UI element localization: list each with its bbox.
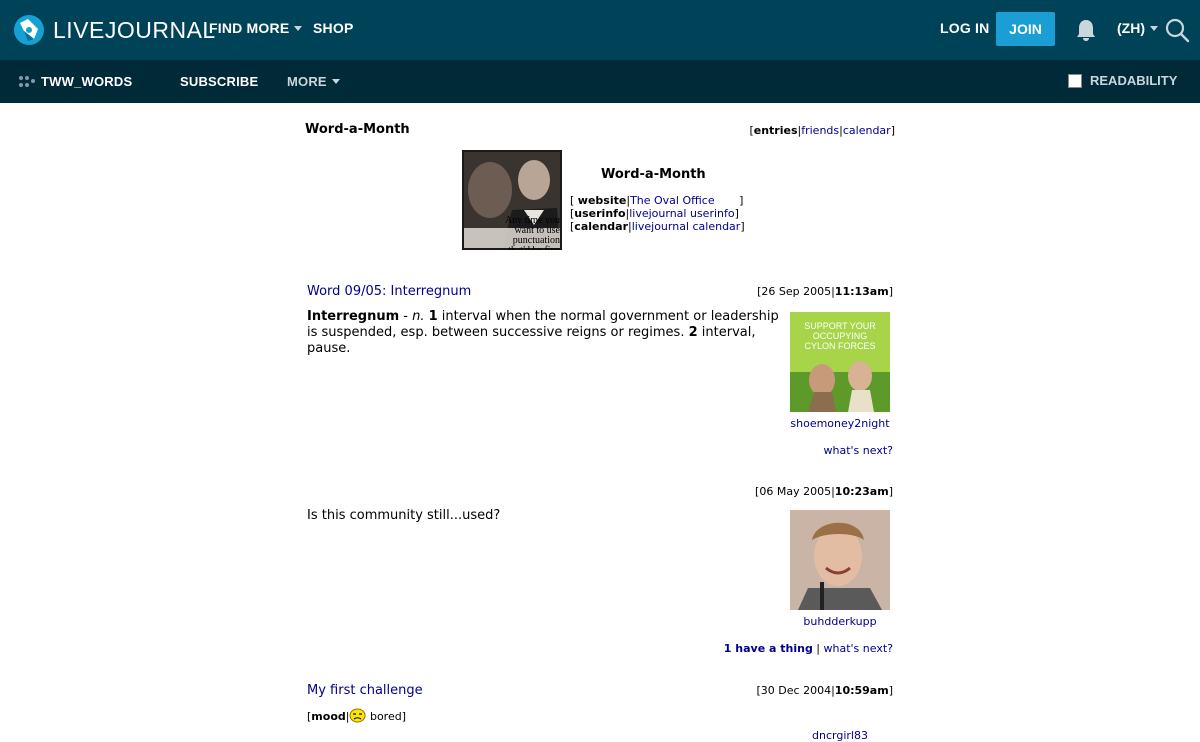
bored-face-icon — [349, 708, 366, 728]
livejournal-calendar-link[interactable]: livejournal calendar — [632, 220, 741, 233]
entry-userpic[interactable]: SUPPORT YOUR OCCUPYING CYLON FORCES — [790, 312, 890, 412]
readability-checkbox[interactable] — [1068, 73, 1082, 88]
chevron-down-icon — [331, 79, 340, 84]
find-more-menu[interactable]: FIND MORE — [209, 20, 303, 36]
calendar-link[interactable]: calendar — [843, 124, 891, 137]
language-label: (ZH) — [1117, 20, 1145, 36]
friends-link[interactable]: friends — [801, 124, 839, 137]
logo-text: LIVEJOURNAL — [53, 16, 216, 43]
entry-date: [26 Sep 2005|11:13am] — [757, 285, 893, 298]
time-text: 10:59am — [834, 684, 889, 697]
entry-poster-link[interactable]: shoemoney2night — [775, 417, 905, 430]
userpic-caption: SUPPORT YOUR OCCUPYING CYLON FORCES — [804, 321, 876, 351]
userpic-caption: Any time you want to use punctuation tha… — [505, 215, 560, 251]
bell-icon[interactable] — [1075, 18, 1097, 42]
chevron-down-icon — [294, 26, 303, 31]
search-icon[interactable] — [1164, 17, 1190, 43]
entry-footer-links: what's next? — [824, 444, 893, 457]
mood-label: mood — [311, 710, 346, 723]
term: Interregnum — [307, 309, 400, 324]
entry-subject-link[interactable]: My first challenge — [307, 683, 423, 698]
more-menu[interactable]: MORE — [287, 74, 340, 89]
entry-date: [30 Dec 2004|10:59am] — [756, 684, 894, 697]
livejournal-logo-icon — [14, 15, 44, 45]
entry-body: Interregnum - n. 1 interval when the nor… — [307, 309, 779, 356]
date-text: 26 Sep 2005 — [761, 285, 832, 298]
userinfo-link[interactable]: livejournal userinfo — [629, 207, 734, 220]
subscribe-button[interactable]: SUBSCRIBE — [180, 74, 258, 89]
journal-header-rows: [ website|The Oval Office ] [userinfo|li… — [570, 194, 745, 233]
language-selector[interactable]: (ZH) — [1117, 20, 1158, 36]
entry-subject-link[interactable]: Word 09/05: Interregnum — [307, 284, 471, 299]
whats-next-link[interactable]: what's next? — [824, 642, 893, 655]
journal-userpic: Any time you want to use punctuation tha… — [462, 150, 562, 250]
time-text: 10:23am — [834, 485, 889, 498]
join-button[interactable]: JOIN — [996, 12, 1055, 46]
entry-mood: [mood| bored] — [307, 708, 783, 728]
header-row-calendar: [calendar|livejournal calendar] — [570, 220, 745, 233]
entry-poster-link[interactable]: buhdderkupp — [775, 615, 905, 628]
shop-link[interactable]: SHOP — [313, 20, 353, 36]
date-text: 30 Dec 2004 — [760, 684, 832, 697]
entry-date: [06 May 2005|10:23am] — [755, 485, 893, 498]
journal-name-link[interactable]: TWW_WORDS — [41, 74, 132, 89]
find-more-label: FIND MORE — [209, 20, 290, 36]
entry-footer-links: 1 have a thing | what's next? — [723, 642, 893, 655]
sense-number: 2 — [688, 325, 698, 340]
header-row-userinfo: [userinfo|livejournal userinfo] — [570, 207, 739, 220]
comments-link[interactable]: 1 have a thing — [724, 642, 813, 655]
journal-view-links: [entries|friends|calendar] — [749, 124, 895, 137]
more-label: MORE — [287, 74, 327, 89]
entries-link[interactable]: entries — [754, 124, 798, 137]
website-link[interactable]: The Oval Office — [630, 194, 715, 207]
header-row-website: [ website|The Oval Office ] — [570, 194, 744, 207]
entry-userpic[interactable] — [790, 510, 890, 610]
row-label: userinfo — [574, 207, 626, 220]
chevron-down-icon — [1150, 26, 1158, 31]
entry-poster-link[interactable]: dncrgirl83 — [775, 729, 905, 742]
mood-value: bored — [369, 710, 402, 723]
date-text: 06 May 2005 — [759, 485, 832, 498]
row-label: calendar — [574, 220, 629, 233]
readability-toggle[interactable]: READABILITY — [1068, 73, 1177, 88]
livejournal-logo[interactable]: LIVEJOURNAL — [14, 14, 216, 46]
login-link[interactable]: LOG IN — [940, 20, 989, 36]
whats-next-link[interactable]: what's next? — [824, 444, 893, 457]
journal-title: Word-a-Month — [305, 122, 410, 137]
row-label: website — [577, 194, 627, 207]
part-of-speech: n. — [412, 309, 425, 324]
entry-body: Is this community still...used? — [307, 508, 501, 523]
time-text: 11:13am — [834, 285, 889, 298]
sense-number: 1 — [428, 309, 438, 324]
journal-header-title: Word-a-Month — [601, 167, 706, 182]
readability-label: READABILITY — [1090, 73, 1178, 88]
community-icon — [18, 74, 36, 88]
